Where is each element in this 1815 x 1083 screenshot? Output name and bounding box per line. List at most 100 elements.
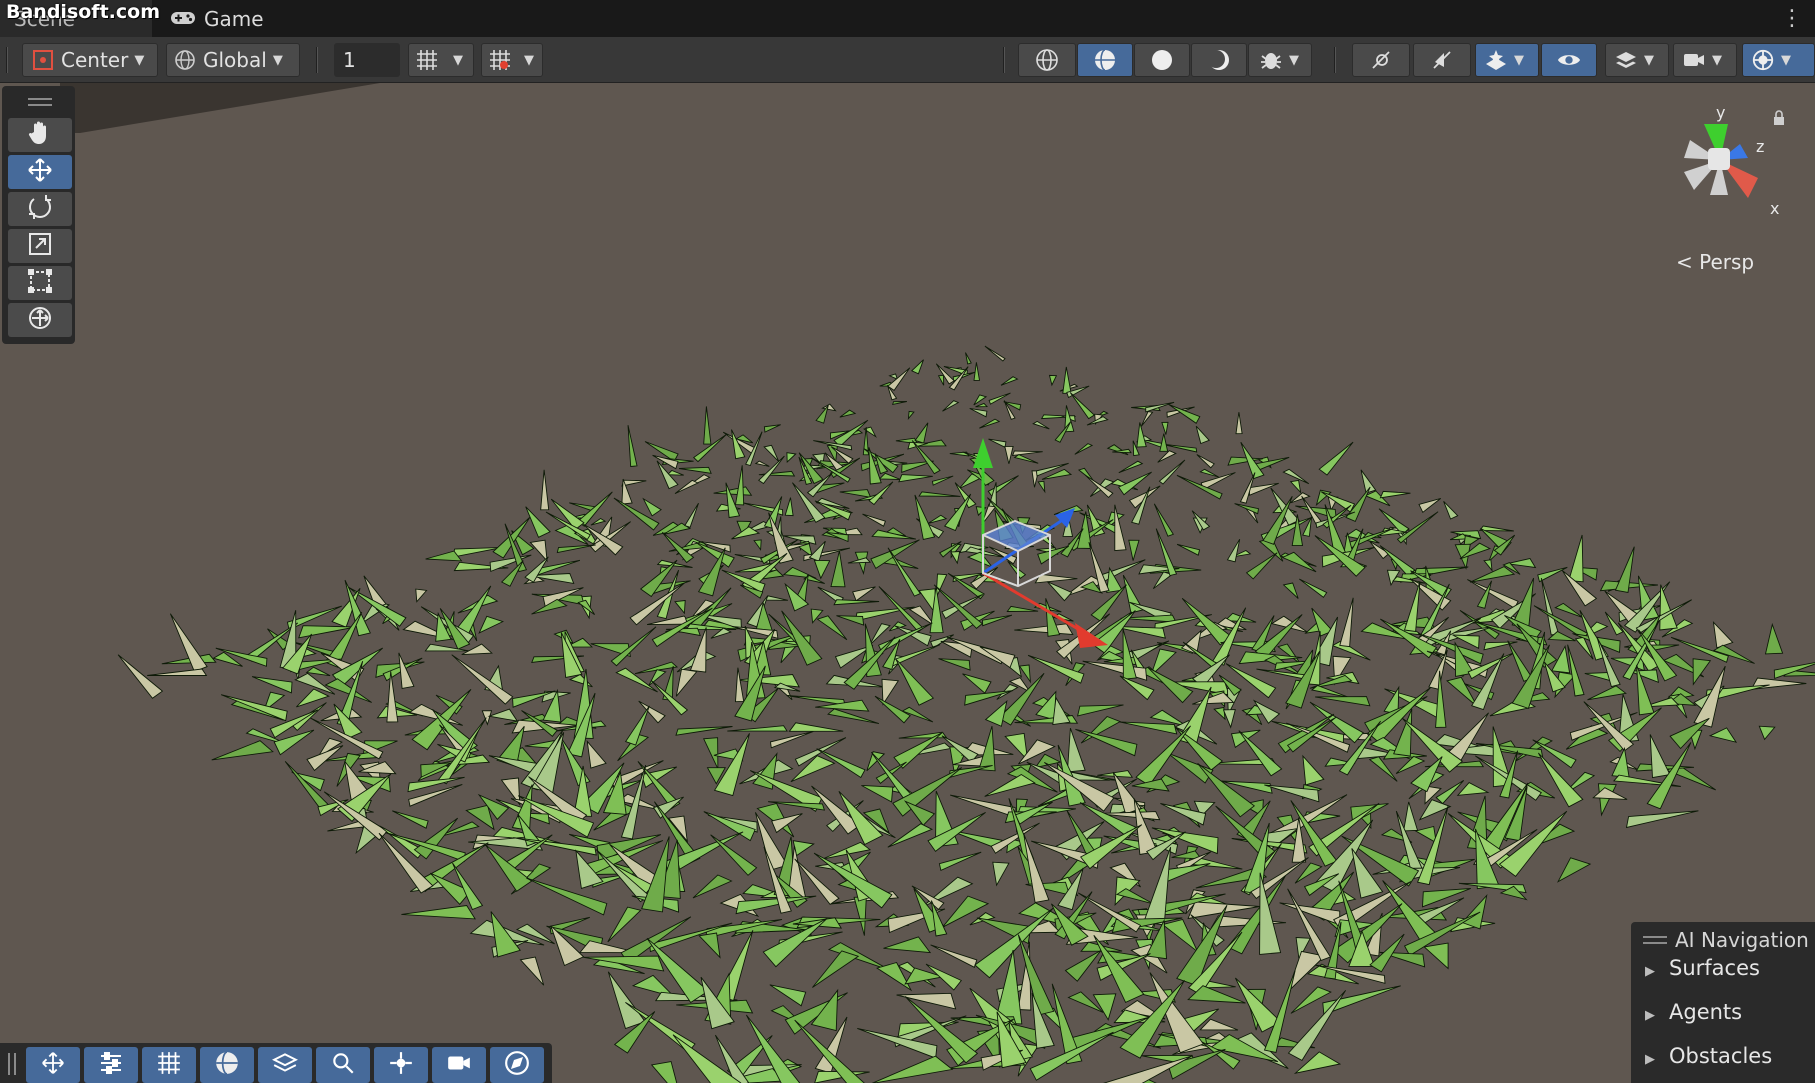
grass-field: [117, 345, 1815, 1083]
debug-draw-dropdown[interactable]: ▼: [1248, 43, 1312, 77]
bottom-sliders-button[interactable]: [84, 1047, 138, 1083]
chevron-down-icon: ▼: [453, 52, 463, 68]
grass-blade: [927, 514, 948, 524]
grid-size-field[interactable]: 1: [334, 43, 400, 77]
orientation-gizmo[interactable]: y z x: [1660, 100, 1790, 230]
grass-blade: [1281, 551, 1317, 573]
grass-blade: [1048, 374, 1058, 387]
scene-canvas[interactable]: [0, 83, 1815, 1083]
grass-blade: [943, 493, 972, 532]
bottom-grid-button[interactable]: [142, 1047, 196, 1083]
grass-blade: [1418, 497, 1442, 513]
more-options-icon[interactable]: ⋮: [1781, 6, 1803, 31]
expand-arrow-icon[interactable]: ▶: [1645, 1008, 1655, 1023]
grass-blade: [984, 699, 1008, 727]
ai-nav-item-obstacles[interactable]: ▶ Obstacles: [1645, 1044, 1772, 1068]
grass-blade: [305, 666, 331, 677]
grass-blade: [1047, 581, 1073, 602]
grass-blade: [713, 486, 753, 496]
audio-toggle[interactable]: [1413, 43, 1471, 77]
rotate-tool-button[interactable]: [8, 192, 72, 226]
gamepad-icon: [170, 7, 196, 31]
grass-blade: [1483, 559, 1493, 572]
wireframe-button[interactable]: [1018, 43, 1076, 77]
grass-blade: [1467, 579, 1519, 609]
lighting-toggle[interactable]: [1352, 43, 1410, 77]
layers-dropdown[interactable]: ▼: [1605, 43, 1669, 77]
bottom-layers-button[interactable]: [258, 1047, 312, 1083]
gizmo-y-label: y: [1716, 103, 1725, 122]
pivot-mode-dropdown[interactable]: Center ▼: [22, 43, 158, 77]
grass-blade: [1238, 730, 1283, 777]
move-tool-button[interactable]: [8, 155, 72, 189]
tab-game[interactable]: Game: [170, 0, 264, 37]
panel-grip-icon[interactable]: [28, 98, 52, 106]
gizmos-dropdown[interactable]: ▼: [1742, 43, 1815, 77]
bottom-transform-button[interactable]: [374, 1047, 428, 1083]
grass-blade: [861, 784, 894, 803]
grid-visibility-dropdown[interactable]: ▼: [481, 43, 543, 77]
grass-blade: [1456, 782, 1490, 796]
shaded-wireframe-button[interactable]: [1077, 43, 1133, 77]
pivot-icon: [31, 48, 55, 72]
bottom-navigation-button[interactable]: [490, 1047, 544, 1083]
grid-icon: [156, 1050, 182, 1080]
grass-blade: [816, 615, 848, 641]
gizmo-center-cube[interactable]: [1708, 148, 1730, 170]
rect-tool-button[interactable]: [8, 266, 72, 300]
grass-blade: [1538, 752, 1584, 808]
effects-dropdown[interactable]: ▼: [1475, 43, 1539, 77]
expand-arrow-icon[interactable]: ▶: [1645, 964, 1655, 979]
bottom-search-button[interactable]: [316, 1047, 370, 1083]
lighting-off-icon: [1369, 48, 1393, 72]
space-mode-dropdown[interactable]: Global ▼: [166, 43, 300, 77]
hand-tool-button[interactable]: [8, 118, 72, 152]
ai-nav-item-agents[interactable]: ▶ Agents: [1645, 1000, 1742, 1024]
transform-tool-button[interactable]: [8, 303, 72, 337]
shaded-button[interactable]: [1134, 43, 1190, 77]
grass-blade: [930, 944, 978, 968]
scene-visibility-toggle[interactable]: [1541, 43, 1597, 77]
grass-blade: [703, 737, 719, 769]
grass-blade: [911, 359, 924, 375]
scale-tool-button[interactable]: [8, 229, 72, 263]
grass-blade: [415, 588, 428, 603]
grass-blade: [1075, 728, 1138, 757]
grass-blade: [878, 472, 901, 480]
grass-blade: [1587, 685, 1627, 701]
bottom-move-button[interactable]: [26, 1047, 80, 1083]
grass-blade: [984, 773, 1036, 797]
grass-blade: [784, 497, 794, 517]
space-label: Global: [203, 48, 267, 72]
grass-blade: [1118, 460, 1144, 474]
grass-blade: [1182, 641, 1219, 670]
expand-arrow-icon[interactable]: ▶: [1645, 1052, 1655, 1067]
y-axis-arrow-icon[interactable]: [973, 438, 993, 468]
grass-blade: [1195, 425, 1210, 445]
grass-blade: [642, 497, 662, 517]
grass-blade: [648, 669, 667, 687]
grass-blade: [1213, 706, 1226, 721]
unlit-button[interactable]: [1191, 43, 1247, 77]
scene-viewport[interactable]: [0, 83, 1815, 1083]
ai-nav-item-surfaces[interactable]: ▶ Surfaces: [1645, 956, 1760, 980]
grass-blade: [907, 410, 915, 420]
grass-blade: [914, 494, 936, 540]
camera-dropdown[interactable]: ▼: [1673, 43, 1737, 77]
grass-blade: [1443, 500, 1459, 520]
grass-blade: [1302, 754, 1325, 786]
grass-blade: [888, 373, 899, 381]
panel-grip-icon[interactable]: [1643, 936, 1667, 944]
grass-blade: [1270, 487, 1300, 526]
panel-grip-icon[interactable]: [8, 1053, 16, 1075]
grass-blade: [1199, 1018, 1239, 1031]
grass-blade: [1161, 918, 1199, 953]
projection-toggle[interactable]: < Persp: [1676, 250, 1754, 274]
bottom-camera-button[interactable]: [432, 1047, 486, 1083]
lock-icon[interactable]: [1774, 117, 1784, 125]
grid-snap-dropdown[interactable]: ▼: [408, 43, 474, 77]
bottom-sphere-button[interactable]: [200, 1047, 254, 1083]
grass-blade: [1245, 552, 1278, 580]
transform-tool-icon: [26, 304, 54, 336]
grass-blade: [1446, 676, 1478, 708]
